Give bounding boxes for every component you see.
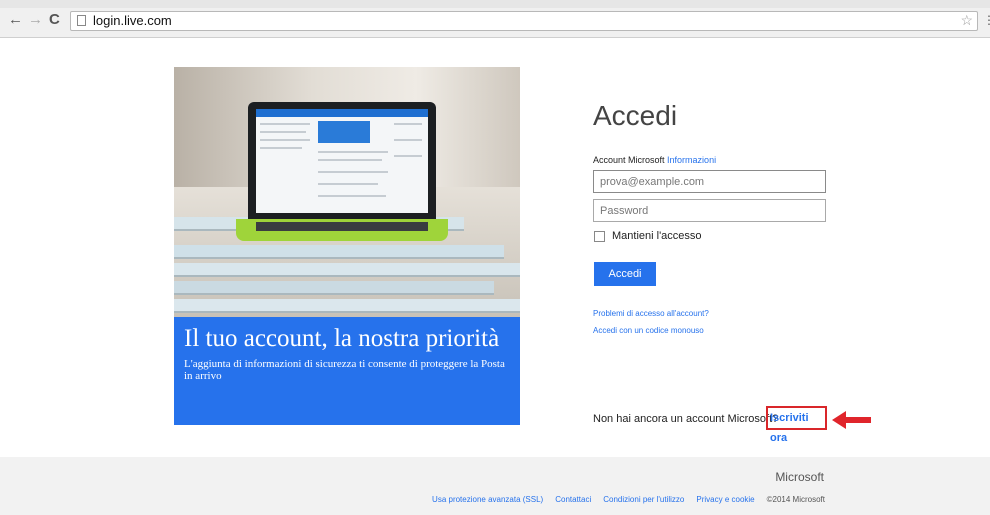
email-field[interactable] <box>593 170 826 193</box>
browser-menu-icon[interactable]: ⋮ <box>983 13 990 27</box>
account-label-text: Account Microsoft <box>593 155 665 165</box>
footer-contact-link[interactable]: Contattaci <box>555 495 591 504</box>
mail-line <box>260 123 310 125</box>
page-footer: Microsoft Usa protezione avanzata (SSL) … <box>0 457 990 515</box>
hero-stack <box>174 299 520 313</box>
toolbar-edge <box>0 0 990 8</box>
login-title: Accedi <box>593 100 678 131</box>
mail-line <box>318 171 388 173</box>
mail-line <box>260 147 302 149</box>
mail-line <box>318 195 386 197</box>
mail-line <box>318 151 388 153</box>
footer-terms-link[interactable]: Condizioni per l'utilizzo <box>603 495 684 504</box>
back-icon[interactable]: ← <box>8 12 23 28</box>
info-link[interactable]: Informazioni <box>667 155 716 165</box>
hero-title: Il tuo account, la nostra priorità <box>184 325 500 352</box>
mail-line <box>394 123 422 125</box>
page-icon <box>77 15 86 26</box>
account-label: Account Microsoft Informazioni <box>593 155 716 165</box>
laptop-illustration <box>248 102 436 220</box>
microsoft-brand: Microsoft <box>775 470 824 484</box>
signup-link[interactable]: Iscriviti ora <box>766 406 827 444</box>
mail-promo-panel <box>318 121 370 143</box>
keep-signed-in[interactable]: Mantieni l'accesso <box>594 230 702 242</box>
keep-signed-in-checkbox[interactable] <box>594 230 605 242</box>
forward-icon[interactable]: → <box>28 12 43 28</box>
hero-subtitle: L'aggiunta di informazioni di sicurezza … <box>184 358 505 382</box>
mail-line <box>260 139 310 141</box>
footer-ssl-link[interactable]: Usa protezione avanzata (SSL) <box>432 495 543 504</box>
footer-privacy-link[interactable]: Privacy e cookie <box>696 495 754 504</box>
hero-stack <box>174 263 520 277</box>
copyright: ©2014 Microsoft <box>766 495 825 504</box>
mail-header-bar <box>256 109 428 117</box>
keep-signed-in-label: Mantieni l'accesso <box>612 230 702 242</box>
laptop-keyboard <box>256 222 428 231</box>
url-text: login.live.com <box>93 13 172 28</box>
mail-line <box>260 131 306 133</box>
reload-icon[interactable]: C <box>49 12 60 28</box>
address-bar[interactable]: login.live.com ☆ <box>70 11 978 31</box>
laptop-display <box>256 109 428 213</box>
hero-stack <box>174 245 504 259</box>
no-account-text: Non hai ancora un account Microsoft? <box>593 413 779 425</box>
hero-banner: Il tuo account, la nostra priorità L'agg… <box>174 317 520 425</box>
browser-toolbar: ← → C login.live.com ☆ ⋮ <box>0 0 990 38</box>
red-arrow-icon <box>832 411 871 429</box>
mail-line <box>394 155 422 157</box>
password-field[interactable] <box>593 199 826 222</box>
one-time-code-link[interactable]: Accedi con un codice monouso <box>593 326 704 335</box>
bookmark-star-icon[interactable]: ☆ <box>960 12 973 29</box>
mail-line <box>318 159 382 161</box>
hero-photo <box>174 67 520 317</box>
mail-line <box>318 183 378 185</box>
sign-in-button[interactable]: Accedi <box>594 262 656 286</box>
footer-links: Usa protezione avanzata (SSL) Contattaci… <box>432 495 825 504</box>
trouble-signing-in-link[interactable]: Problemi di accesso all'account? <box>593 309 709 318</box>
mail-line <box>394 139 422 141</box>
hero-promo: Il tuo account, la nostra priorità L'agg… <box>174 67 520 425</box>
hero-stack <box>174 281 494 295</box>
